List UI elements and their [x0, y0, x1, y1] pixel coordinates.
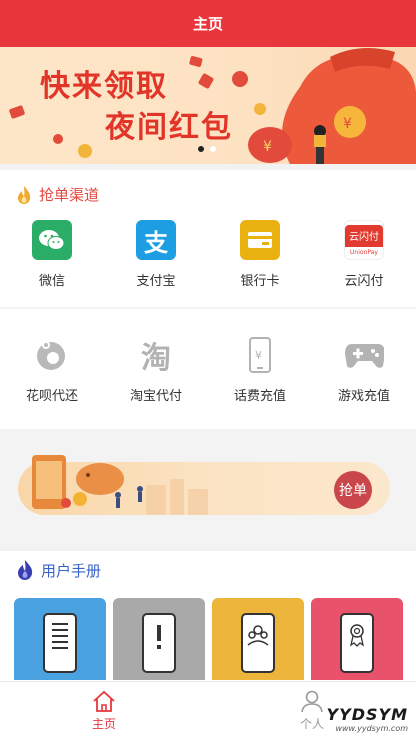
channel-huabei[interactable]: 花呗代还	[0, 335, 104, 404]
carousel-dot[interactable]	[210, 146, 216, 152]
banner-headline-1: 快来领取	[40, 69, 168, 104]
tab-home[interactable]: 主页	[0, 682, 208, 739]
page-title: 主页	[192, 15, 223, 33]
home-icon	[93, 690, 115, 712]
document-icon	[42, 613, 77, 673]
exclamation-icon	[141, 613, 176, 673]
watermark-url: www.yydsym.com	[335, 724, 408, 733]
watermark-logo: YYDSYM	[326, 705, 408, 724]
channels-row-2: 花呗代还 淘 淘宝代付 ¥ 话费充值 游戏充值	[0, 335, 416, 404]
users-icon	[240, 613, 275, 673]
channel-wechat-label: 微信	[38, 274, 65, 289]
tab-profile-label: 个人	[299, 717, 324, 731]
channel-alipay-label: 支付宝	[136, 274, 176, 289]
top-header: 主页	[0, 0, 416, 47]
manual-title-label: 用户手册	[41, 561, 102, 580]
channel-huabei-label: 花呗代还	[25, 389, 78, 404]
channel-bank-card[interactable]: 银行卡	[208, 220, 312, 289]
channel-unionpay-label: 云闪付	[344, 274, 384, 289]
user-icon	[301, 690, 323, 713]
gamepad-icon	[344, 335, 384, 375]
manual-card-document[interactable]	[13, 598, 106, 680]
channels-row-1: 微信 支 支付宝 银行卡 云闪付 UnionPay 云闪付	[0, 220, 416, 289]
manual-title: 用户手册	[16, 559, 101, 581]
channel-bank-card-label: 银行卡	[240, 274, 280, 289]
promo-band: 抢单	[0, 429, 416, 548]
wechat-icon	[32, 220, 72, 260]
channel-taobao[interactable]: 淘 淘宝代付	[104, 335, 208, 404]
certificate-icon	[339, 613, 374, 673]
flame-blue-icon	[18, 560, 33, 580]
channel-wechat[interactable]: 微信	[0, 220, 104, 289]
channel-alipay[interactable]: 支 支付宝	[104, 220, 208, 289]
carousel-dot-active[interactable]	[198, 146, 204, 152]
channel-phone-recharge-label: 话费充值	[233, 389, 286, 404]
channels-section: 抢单渠道 微信 支 支付宝 银行卡 云闪付 UnionPay 云闪付	[0, 170, 416, 307]
taobao-icon: 淘	[141, 341, 171, 376]
channels-title-label: 抢单渠道	[39, 186, 100, 204]
manual-card-notice[interactable]	[112, 598, 205, 680]
grab-order-button[interactable]: 抢单	[334, 471, 372, 509]
promo-illustration	[32, 455, 208, 515]
svg-text:¥: ¥	[343, 116, 352, 132]
flame-icon	[18, 185, 31, 204]
manual-card-certificate[interactable]	[310, 598, 403, 680]
channels-section-2: 花呗代还 淘 淘宝代付 ¥ 话费充值 游戏充值	[0, 309, 416, 429]
channel-phone-recharge[interactable]: ¥ 话费充值	[208, 335, 312, 404]
huabei-icon	[32, 335, 72, 375]
channel-game-recharge-label: 游戏充值	[337, 389, 390, 404]
unionpay-icon: 云闪付 UnionPay	[344, 220, 384, 260]
svg-text:¥: ¥	[263, 139, 272, 155]
watermark: YYDSYM www.yydsym.com	[327, 705, 408, 733]
phone-recharge-icon: ¥	[240, 335, 280, 375]
svg-text:¥: ¥	[255, 349, 262, 362]
banner-headline-2: 夜间红包	[105, 110, 233, 145]
carousel-indicator	[198, 146, 216, 152]
manual-cards	[0, 598, 416, 680]
channel-game-recharge[interactable]: 游戏充值	[312, 335, 416, 404]
channel-taobao-label: 淘宝代付	[129, 389, 182, 404]
grab-order-banner[interactable]: 抢单	[18, 455, 390, 515]
alipay-icon: 支	[136, 220, 176, 260]
promo-banner[interactable]: ¥ ¥ 快来领取 夜间红包	[0, 47, 416, 164]
manual-card-users[interactable]	[211, 598, 304, 680]
tab-home-label: 主页	[91, 717, 116, 731]
channel-unionpay[interactable]: 云闪付 UnionPay 云闪付	[312, 220, 416, 289]
bank-card-icon	[240, 220, 280, 260]
channels-title: 抢单渠道	[16, 184, 99, 205]
